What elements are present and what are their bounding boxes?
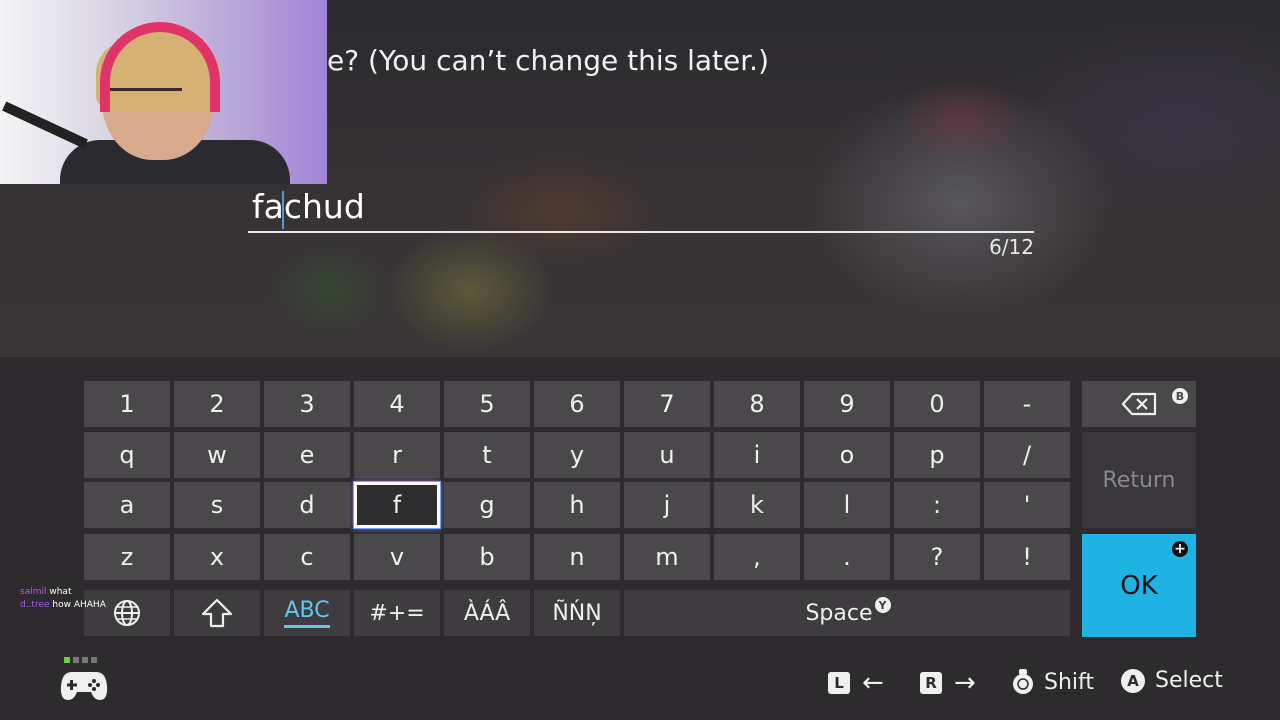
hint-shift: Shift [1010,668,1094,696]
key-symbol[interactable]: ! [984,534,1070,580]
arrow-left-icon: ← [862,668,884,698]
shift-key[interactable] [174,590,260,636]
space-label: Space [805,600,873,626]
key-8[interactable]: 8 [714,381,800,427]
chat-text: what [49,587,72,597]
key-symbol[interactable]: . [804,534,890,580]
controller-icon [60,672,108,700]
streamer-webcam [0,0,327,184]
l-button-icon: L [828,672,850,694]
key-f[interactable]: f [354,482,440,528]
key-j[interactable]: j [624,482,710,528]
key-i[interactable]: i [714,432,800,478]
mode-symbols-label: #+= [369,600,425,626]
stream-chat-overlay: salmil what d..tree how AHAHA [20,586,106,612]
arrow-right-icon: → [954,668,976,698]
globe-icon [114,600,140,626]
left-stick-icon [1013,669,1033,694]
mode-symbols-tab[interactable]: #+= [354,590,440,636]
chat-message: d..tree how AHAHA [20,599,106,612]
key-h[interactable]: h [534,482,620,528]
key-4[interactable]: 4 [354,381,440,427]
key-symbol[interactable]: ' [984,482,1070,528]
key-5[interactable]: 5 [444,381,530,427]
webcam-microphone [2,101,88,149]
key-m[interactable]: m [624,534,710,580]
key-6[interactable]: 6 [534,381,620,427]
key-u[interactable]: u [624,432,710,478]
chat-username: salmil [20,587,47,597]
mode-accents-tab[interactable]: ÀÁÂ [444,590,530,636]
space-key[interactable]: Space Y [624,590,1070,636]
hint-select: A Select [1121,668,1223,693]
key-7[interactable]: 7 [624,381,710,427]
name-input-value: fachud [252,187,365,226]
y-button-badge: Y [874,597,891,613]
name-prompt: e? (You can’t change this later.) [327,44,769,77]
chat-username: d..tree [20,600,50,610]
key-d[interactable]: d [264,482,350,528]
mode-abc-label: ABC [284,598,330,628]
hint-move-right: R → [920,668,976,698]
key-a[interactable]: a [84,482,170,528]
key-0[interactable]: 0 [894,381,980,427]
chat-text: how AHAHA [52,600,106,610]
key-x[interactable]: x [174,534,260,580]
key-s[interactable]: s [174,482,260,528]
name-input-field[interactable]: fachud [248,185,1034,233]
backspace-icon [1121,392,1157,416]
key-w[interactable]: w [174,432,260,478]
return-key[interactable]: Return [1082,432,1196,528]
key-z[interactable]: z [84,534,170,580]
shift-arrow-icon [201,598,233,628]
key-symbol[interactable]: , [714,534,800,580]
key-v[interactable]: v [354,534,440,580]
text-caret [282,191,284,229]
key-p[interactable]: p [894,432,980,478]
key-symbol[interactable]: / [984,432,1070,478]
key-q[interactable]: q [84,432,170,478]
key-e[interactable]: e [264,432,350,478]
key-n[interactable]: n [534,534,620,580]
chat-message: salmil what [20,586,106,599]
webcam-glasses [110,88,182,113]
key-2[interactable]: 2 [174,381,260,427]
mode-special-tab[interactable]: ÑŃŅ [534,590,620,636]
key-3[interactable]: 3 [264,381,350,427]
key-symbol[interactable]: ? [894,534,980,580]
return-label: Return [1102,467,1176,493]
key-l[interactable]: l [804,482,890,528]
key-9[interactable]: 9 [804,381,890,427]
key-1[interactable]: 1 [84,381,170,427]
key-t[interactable]: t [444,432,530,478]
mode-accents-label: ÀÁÂ [463,600,511,626]
player-indicator [64,657,97,663]
shift-hint-label: Shift [1044,669,1095,695]
key-r[interactable]: r [354,432,440,478]
key-k[interactable]: k [714,482,800,528]
r-button-icon: R [920,672,942,694]
key-symbol[interactable]: - [984,381,1070,427]
key-c[interactable]: c [264,534,350,580]
mode-abc-tab[interactable]: ABC [264,590,350,636]
key-symbol[interactable]: : [894,482,980,528]
key-b[interactable]: b [444,534,530,580]
ok-label: OK [1120,570,1158,601]
key-g[interactable]: g [444,482,530,528]
mode-special-label: ÑŃŅ [552,600,602,626]
key-o[interactable]: o [804,432,890,478]
plus-button-badge: + [1172,541,1188,557]
a-button-icon: A [1121,668,1145,693]
b-button-badge: B [1172,388,1188,404]
select-hint-label: Select [1155,668,1223,693]
hint-move-left: L ← [828,668,884,698]
character-counter: 6/12 [989,235,1034,259]
key-y[interactable]: y [534,432,620,478]
